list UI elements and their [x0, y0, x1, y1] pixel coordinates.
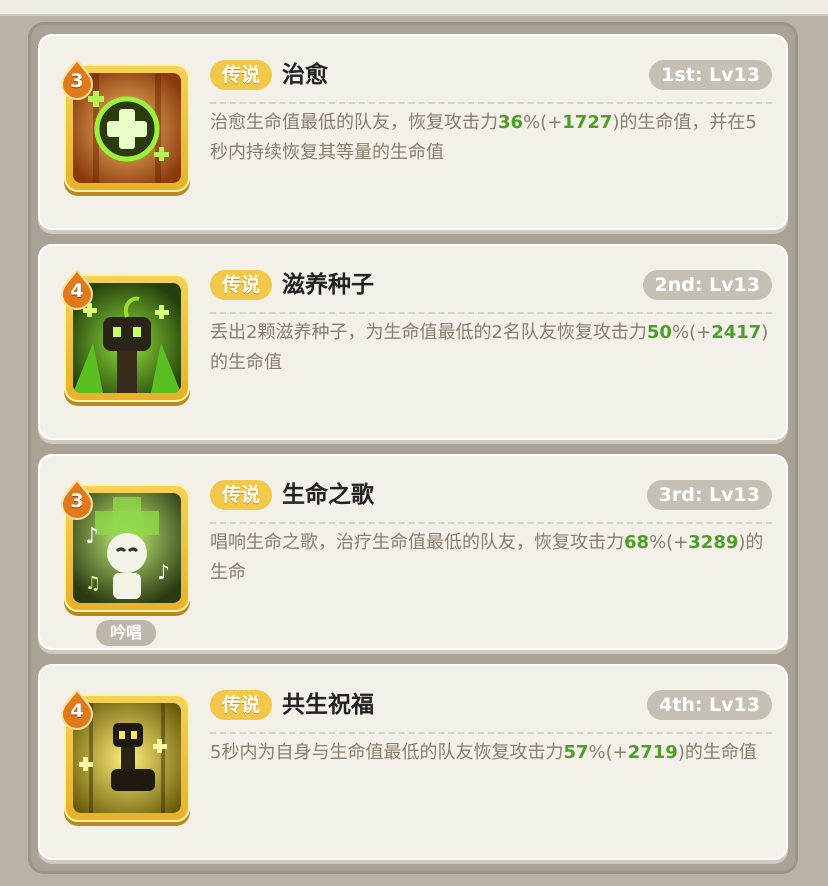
svg-text:♪: ♪: [157, 560, 170, 584]
rarity-badge: 传说: [210, 270, 273, 300]
rarity-badge: 传说: [210, 480, 273, 510]
skill-level: 4: [70, 700, 84, 722]
skill-description: 唱响生命之歌，治疗生命值最低的队友，恢复攻击力68%(+3289)的生命: [210, 528, 770, 588]
desc-text: 丢出2颗滋养种子，为生命值最低的2名队友恢复攻击力: [210, 322, 647, 343]
rank-level-badge: 2nd: Lv13: [642, 270, 772, 300]
skill-name: 滋养种子: [282, 272, 374, 298]
desc-text: 唱响生命之歌，治疗生命值最低的队友，恢复攻击力: [210, 532, 624, 553]
skill-card-symbiosis-blessing[interactable]: 4 传说 共生祝福 4th: Lv13 5秒内为自身与生命值最低的队友恢复攻击力…: [38, 664, 788, 860]
percent-sign: %: [671, 322, 690, 343]
desc-text-tail: 的生命值: [210, 352, 282, 373]
skill-name: 治愈: [282, 62, 328, 88]
paren-close: ): [761, 322, 769, 343]
skill-icon-frame[interactable]: 4: [60, 690, 190, 822]
rank-level-badge: 1st: Lv13: [649, 60, 772, 90]
rarity-badge: 传说: [210, 690, 273, 720]
skill-level: 3: [70, 490, 84, 512]
heal-percent: 68: [624, 532, 650, 553]
skill-description: 5秒内为自身与生命值最低的队友恢复攻击力57%(+2719)的生命值: [210, 738, 770, 768]
chant-tag: 吟唱: [96, 620, 157, 646]
skill-name: 生命之歌: [282, 482, 374, 508]
heal-percent: 50: [646, 322, 672, 343]
skill-list-panel[interactable]: 3 传说 治愈 1st: Lv13 治愈生命值最低的队友，恢复攻击力36%(+1…: [28, 22, 798, 874]
rank-level-badge: 4th: Lv13: [647, 690, 772, 720]
skill-description: 治愈生命值最低的队友，恢复攻击力36%(+1727)的生命值，并在5秒内持续恢复…: [210, 108, 770, 168]
rank-level-badge: 3rd: Lv13: [646, 480, 772, 510]
heal-bonus: 2417: [711, 322, 762, 343]
paren-open: (+: [540, 112, 563, 133]
heal-percent: 57: [563, 742, 589, 763]
paren-open: (+: [666, 532, 689, 553]
heal-bonus: 2719: [627, 742, 678, 763]
percent-sign: %: [588, 742, 606, 763]
percent-sign: %: [649, 532, 667, 553]
paren-open: (+: [689, 322, 712, 343]
skill-card-song-of-life[interactable]: ♪ ♪ ♫ 3 吟唱 传说 生命之歌 3rd: Lv13 唱响生命之歌，治疗生命…: [38, 454, 788, 650]
desc-text: 5秒内为自身与生命值最低的队友恢复攻击力: [210, 742, 564, 763]
percent-sign: %: [523, 112, 541, 133]
desc-text-tail: 的生命值: [684, 742, 757, 763]
heal-bonus: 1727: [562, 112, 613, 133]
divider: [210, 102, 772, 104]
svg-text:♪: ♪: [85, 524, 99, 549]
divider: [210, 522, 772, 524]
heal-bonus: 3289: [688, 532, 739, 553]
paren-open: (+: [605, 742, 628, 763]
heal-percent: 36: [498, 112, 524, 133]
skill-level: 4: [70, 280, 84, 302]
skill-name: 共生祝福: [282, 692, 374, 718]
skill-icon-frame[interactable]: ♪ ♪ ♫ 3: [60, 480, 190, 612]
skill-card-heal[interactable]: 3 传说 治愈 1st: Lv13 治愈生命值最低的队友，恢复攻击力36%(+1…: [38, 34, 788, 230]
rarity-badge: 传说: [210, 60, 273, 90]
skill-icon-frame[interactable]: 3: [60, 60, 190, 192]
desc-text: 治愈生命值最低的队友，恢复攻击力: [210, 112, 498, 133]
divider: [210, 312, 772, 314]
skill-card-nourish-seed[interactable]: 4 传说 滋养种子 2nd: Lv13 丢出2颗滋养种子，为生命值最低的2名队友…: [38, 244, 788, 440]
paren-close: ): [677, 742, 685, 763]
divider: [210, 732, 772, 734]
skill-description: 丢出2颗滋养种子，为生命值最低的2名队友恢复攻击力50%(+2417) 的生命值: [210, 318, 770, 378]
svg-text:♫: ♫: [85, 573, 101, 594]
top-edge-strip: [0, 0, 828, 16]
skill-level: 3: [70, 70, 84, 92]
skill-icon-frame[interactable]: 4: [60, 270, 190, 402]
